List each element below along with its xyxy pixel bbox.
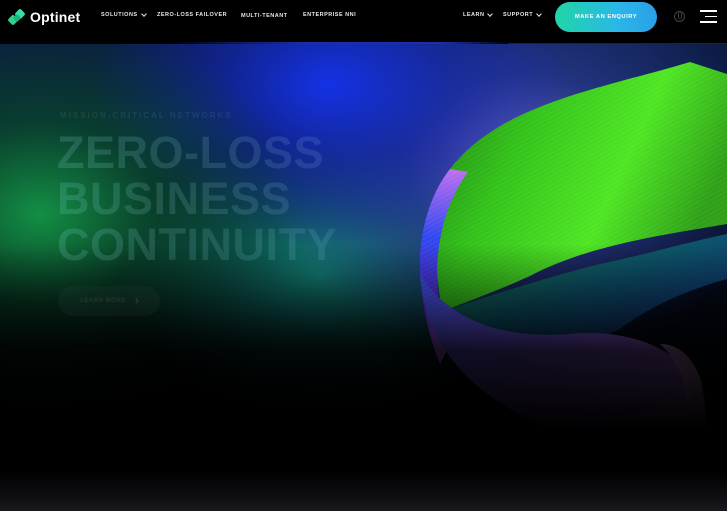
headline-line-1: ZERO-LOSS [57,130,337,176]
page: Optinet SOLUTIONS ZERO-LOSS FAILOVER MUL… [0,0,727,511]
brand-logo[interactable]: Optinet [7,8,81,26]
chevron-down-icon [140,11,147,17]
hamburger-menu-icon[interactable] [700,10,717,23]
nav-item-label: SUPPORT [503,12,534,18]
headline-line-3: CONTINUITY [57,219,337,270]
nav-item-label: LEARN [463,12,485,18]
nav-item-label: MULTI-TENANT [241,13,288,19]
header-divider [170,42,510,44]
nav-item-label: ENTERPRISE NNI [303,12,357,18]
nav-item-label: SOLUTIONS [101,12,138,18]
headline-line-2: BUSINESS [57,176,337,222]
hero-bottom-band [0,471,727,511]
brand-name: Optinet [30,9,81,25]
hero-button-label: LEARN MORE [80,298,126,304]
site-header: Optinet SOLUTIONS ZERO-LOSS FAILOVER MUL… [0,0,727,42]
hero-section: MISSION-CRITICAL NETWORKS ZERO-LOSS BUSI… [0,44,727,511]
make-enquiry-button[interactable]: MAKE AN ENQUIRY [555,2,657,32]
hero-ribbon-graphic [419,62,727,511]
nav-item-zero-loss-failover[interactable]: ZERO-LOSS FAILOVER [157,12,227,18]
chevron-right-icon [132,298,139,304]
nav-item-learn[interactable]: LEARN [463,11,494,18]
header-divider-right [508,43,727,44]
hero-eyebrow: MISSION-CRITICAL NETWORKS [60,111,233,120]
hero-headline: ZERO-LOSS BUSINESS CONTINUITY [57,130,337,268]
hero-learn-more-button[interactable]: LEARN MORE [58,286,160,316]
chevron-down-icon [487,11,494,17]
nav-item-solutions[interactable]: SOLUTIONS [101,11,147,18]
globe-icon[interactable] [674,11,685,22]
nav-item-label: ZERO-LOSS FAILOVER [157,12,228,18]
nav-item-enterprise-nni[interactable]: ENTERPRISE NNI [303,12,356,18]
chevron-down-icon [536,11,542,17]
nav-item-support[interactable]: SUPPORT [503,11,542,18]
logo-mark-icon [7,8,26,26]
nav-item-multi-tenant[interactable]: MULTI-TENANT [241,13,288,19]
